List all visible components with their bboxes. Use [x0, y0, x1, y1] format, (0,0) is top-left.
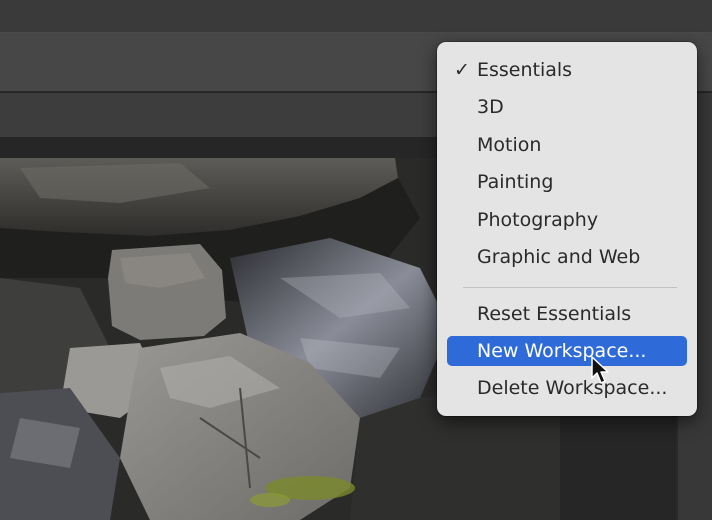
menu-item-label: New Workspace... [477, 340, 647, 362]
menu-item-essentials[interactable]: ✓ Essentials [447, 55, 687, 85]
menu-item-label: Essentials [477, 59, 573, 81]
application-bar [0, 0, 712, 32]
menu-item-3d[interactable]: 3D [447, 92, 687, 122]
menu-item-photography[interactable]: Photography [447, 205, 687, 235]
menu-separator [463, 287, 677, 288]
menu-item-label: Reset Essentials [477, 303, 632, 325]
menu-item-graphic-and-web[interactable]: Graphic and Web [447, 242, 687, 272]
pointer-cursor-icon [590, 356, 612, 386]
menu-item-label: Delete Workspace... [477, 377, 668, 399]
menu-item-label: 3D [477, 96, 504, 118]
workspace-dropdown-menu: ✓ Essentials 3D Motion Painting Photogra… [437, 42, 697, 416]
menu-item-delete-workspace[interactable]: Delete Workspace... [447, 373, 687, 403]
menu-item-label: Painting [477, 171, 554, 193]
menu-item-motion[interactable]: Motion [447, 130, 687, 160]
menu-item-reset-essentials[interactable]: Reset Essentials [447, 299, 687, 329]
menu-item-label: Graphic and Web [477, 246, 641, 268]
menu-item-painting[interactable]: Painting [447, 167, 687, 197]
menu-item-label: Motion [477, 134, 542, 156]
checkmark-icon: ✓ [454, 59, 470, 81]
menu-item-new-workspace[interactable]: New Workspace... [447, 336, 687, 366]
menu-item-label: Photography [477, 209, 599, 231]
